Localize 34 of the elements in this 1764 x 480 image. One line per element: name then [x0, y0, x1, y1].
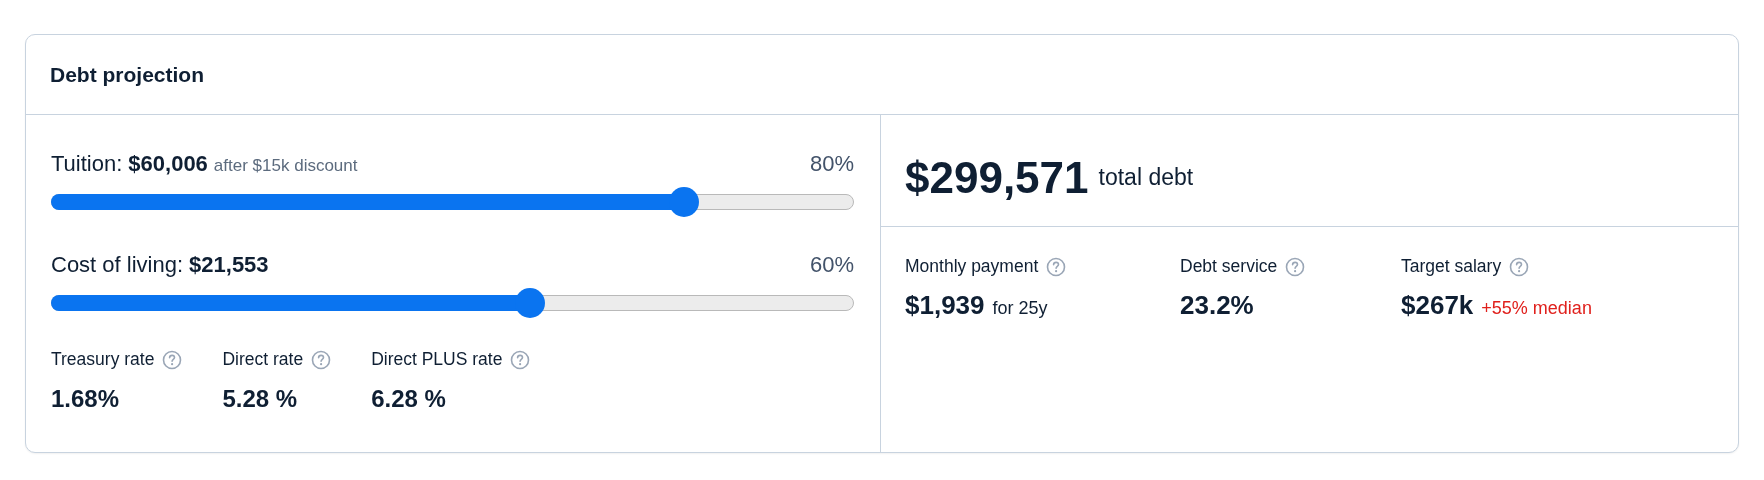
metric-value: 23.2%: [1180, 290, 1254, 321]
help-icon[interactable]: [311, 349, 332, 370]
slider-percent: 80%: [809, 151, 854, 177]
metric-label: Debt service: [1180, 256, 1278, 277]
help-icon[interactable]: [1509, 256, 1530, 277]
rate-label: Direct rate: [222, 349, 304, 370]
slider-label: Tuition:: [51, 151, 123, 177]
metric-value: $1,939: [905, 290, 985, 321]
metric-label: Target salary: [1401, 256, 1502, 277]
rate-value: 6.28 %: [371, 385, 447, 413]
metric-note: +55% median: [1481, 298, 1592, 319]
slider-value: $60,006: [128, 151, 208, 177]
slider-percent: 60%: [809, 252, 854, 278]
range-slider[interactable]: [51, 288, 854, 318]
metric-label: Monthly payment: [905, 256, 1039, 277]
slider-note: after $15k discount: [213, 156, 358, 176]
metric-value: $267k: [1401, 290, 1474, 321]
range-slider[interactable]: [51, 187, 854, 217]
rate-value: 5.28 %: [222, 385, 299, 413]
card-title: Debt projection: [50, 62, 204, 87]
help-icon[interactable]: [162, 349, 183, 370]
total-debt-label: total debt: [1098, 164, 1194, 191]
slider-thumb[interactable]: [669, 187, 700, 217]
slider-thumb[interactable]: [514, 288, 545, 318]
slider-label: Cost of living:: [51, 252, 184, 278]
rate-value: 1.68%: [51, 385, 121, 413]
rate-label: Direct PLUS rate: [371, 349, 503, 370]
help-icon[interactable]: [1285, 256, 1306, 277]
help-icon[interactable]: [510, 349, 531, 370]
metric-note: for 25y: [992, 298, 1048, 319]
help-icon[interactable]: [1046, 256, 1067, 277]
rate-label: Treasury rate: [51, 349, 155, 370]
slider-value: $21,553: [189, 252, 269, 278]
total-debt-value: $299,571: [905, 152, 1089, 203]
